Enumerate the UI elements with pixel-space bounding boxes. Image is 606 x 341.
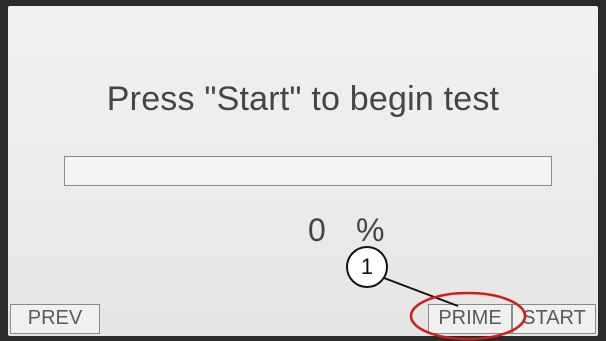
progress-value: 0: [308, 212, 326, 248]
instruction-text: Press "Start" to begin test: [106, 80, 500, 118]
progress-percentage: 0 %: [8, 212, 598, 252]
callout-number: 1: [360, 254, 374, 279]
device-bezel: Press "Start" to begin test 0 % PREV PRI…: [0, 0, 606, 341]
prime-button[interactable]: PRIME: [428, 304, 512, 334]
prev-button[interactable]: PREV: [10, 304, 100, 334]
display-screen: Press "Start" to begin test 0 % PREV PRI…: [8, 6, 598, 336]
start-button[interactable]: START: [512, 304, 596, 334]
percent-unit: %: [356, 212, 385, 248]
test-progress-bar: [64, 156, 552, 186]
